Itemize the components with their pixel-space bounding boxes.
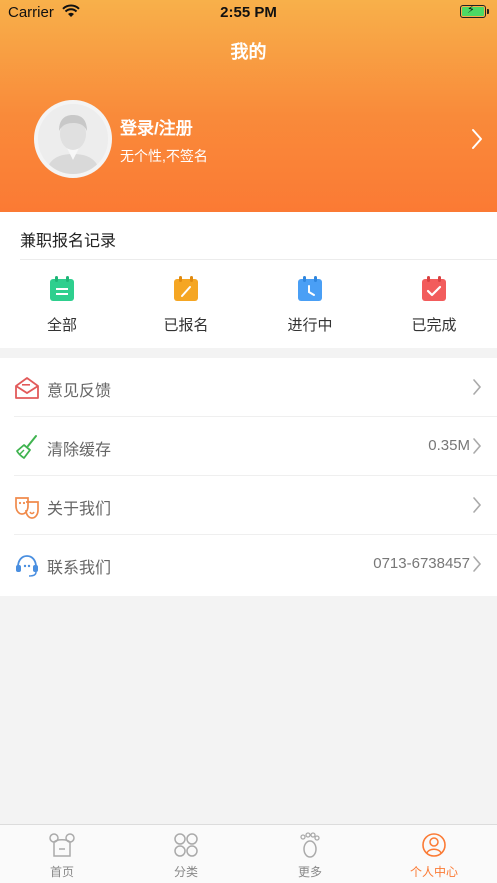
calendar-check-icon bbox=[422, 276, 446, 301]
menu-item-feedback[interactable]: 意见反馈 bbox=[0, 358, 497, 417]
record-registered-button[interactable]: 已报名 bbox=[124, 276, 248, 340]
default-avatar-icon bbox=[38, 104, 108, 174]
avatar[interactable] bbox=[34, 100, 112, 178]
tab-category[interactable]: 分类 bbox=[124, 831, 248, 883]
chevron-right-icon bbox=[473, 438, 482, 454]
chevron-right-icon bbox=[473, 497, 482, 513]
bottom-tab-bar: 首页 分类 更多 个人中心 bbox=[0, 824, 497, 883]
calendar-clock-icon bbox=[298, 276, 322, 301]
headset-icon bbox=[16, 555, 38, 577]
broom-icon bbox=[16, 435, 37, 459]
user-signature: 无个性,不签名 bbox=[120, 148, 208, 164]
records-title: 兼职报名记录 bbox=[20, 233, 117, 250]
tab-label-home: 首页 bbox=[49, 865, 74, 879]
record-inprogress-label: 进行中 bbox=[287, 317, 333, 334]
masks-icon bbox=[15, 497, 39, 519]
tab-label-more: 更多 bbox=[297, 865, 322, 879]
status-bar: Carrier 2:55 PM ⚡ bbox=[0, 0, 497, 26]
contact-phone-value: 0713-6738457 bbox=[373, 555, 470, 572]
status-time: 2:55 PM bbox=[220, 4, 277, 21]
chevron-right-icon[interactable] bbox=[470, 128, 484, 150]
record-inprogress-button[interactable]: 进行中 bbox=[248, 276, 372, 340]
page-title: 我的 bbox=[230, 42, 267, 62]
record-all-button[interactable]: 全部 bbox=[0, 276, 124, 340]
menu-item-contact[interactable]: 联系我们 0713-6738457 bbox=[0, 535, 497, 594]
home-bear-icon bbox=[49, 833, 75, 857]
tab-home[interactable]: 首页 bbox=[0, 831, 124, 883]
menu-label-about: 关于我们 bbox=[47, 501, 112, 518]
cache-size-value: 0.35M bbox=[428, 437, 470, 454]
person-icon bbox=[422, 833, 446, 857]
grid-circles-icon bbox=[174, 833, 198, 857]
records-divider bbox=[20, 259, 497, 260]
envelope-icon bbox=[15, 377, 39, 399]
chevron-right-icon bbox=[473, 556, 482, 572]
calendar-edit-icon bbox=[174, 276, 198, 301]
footprint-icon bbox=[300, 832, 320, 858]
record-completed-label: 已完成 bbox=[411, 317, 457, 334]
settings-menu: 意见反馈 清除缓存 0.35M 关于我们 联系我们 0713-6738457 bbox=[0, 358, 497, 596]
calendar-list-icon bbox=[50, 276, 74, 301]
tab-label-profile: 个人中心 bbox=[409, 865, 458, 879]
tab-label-category: 分类 bbox=[173, 865, 198, 879]
job-records-panel: 兼职报名记录 全部 已报名 进行中 已完成 bbox=[0, 212, 497, 348]
login-register-link[interactable]: 登录/注册 bbox=[120, 114, 193, 139]
record-registered-label: 已报名 bbox=[163, 317, 209, 334]
menu-label-feedback: 意见反馈 bbox=[47, 383, 112, 400]
battery-icon: ⚡ bbox=[460, 4, 486, 18]
profile-login-row[interactable]: 登录/注册 无个性,不签名 bbox=[0, 96, 497, 186]
chevron-right-icon bbox=[473, 379, 482, 395]
record-completed-button[interactable]: 已完成 bbox=[372, 276, 496, 340]
record-all-label: 全部 bbox=[46, 317, 77, 334]
menu-item-about[interactable]: 关于我们 bbox=[0, 476, 497, 535]
menu-label-contact: 联系我们 bbox=[47, 560, 112, 577]
profile-header: Carrier 2:55 PM ⚡ 我的 登录/注册 无个性,不签名 bbox=[0, 0, 497, 212]
tab-more[interactable]: 更多 bbox=[248, 831, 372, 883]
tab-profile[interactable]: 个人中心 bbox=[372, 831, 496, 883]
menu-label-clear-cache: 清除缓存 bbox=[47, 442, 112, 459]
menu-item-clear-cache[interactable]: 清除缓存 0.35M bbox=[0, 417, 497, 476]
battery-tip bbox=[487, 9, 489, 14]
